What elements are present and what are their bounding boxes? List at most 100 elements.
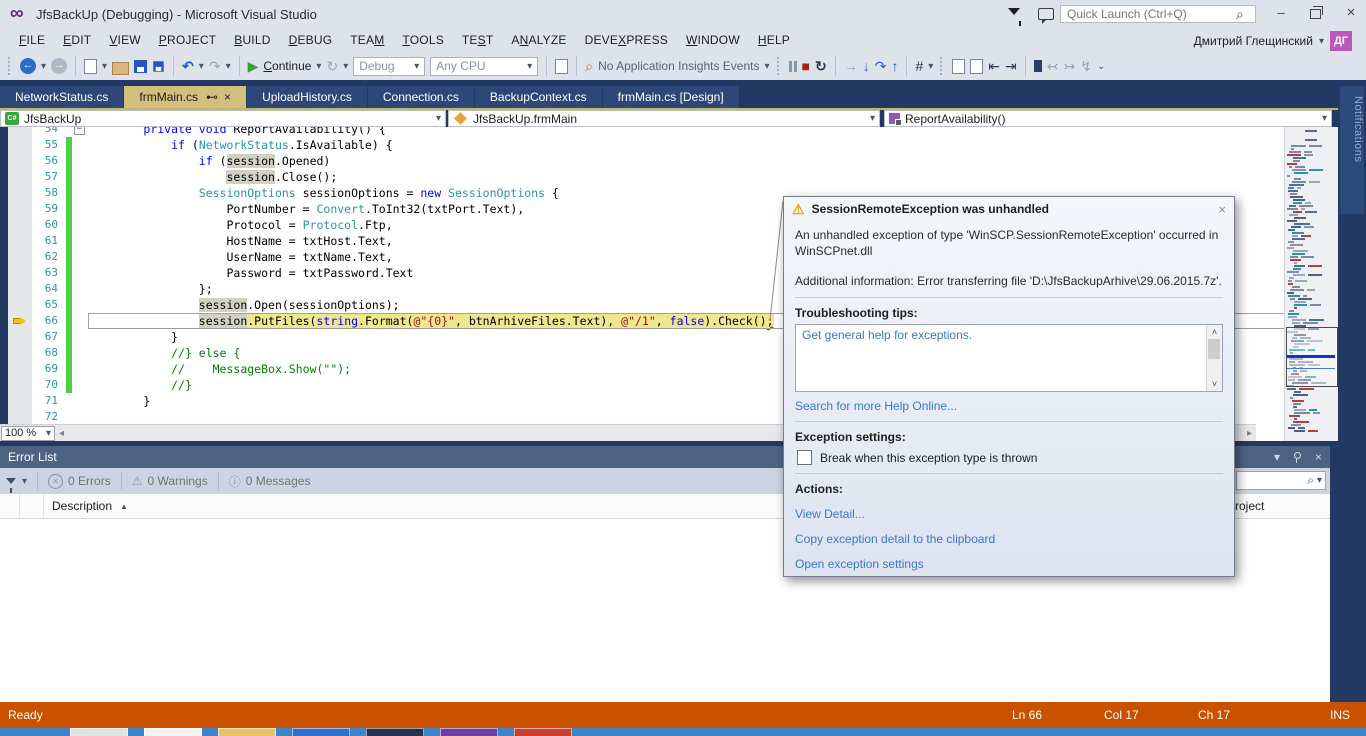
action-link[interactable]: Copy exception detail to the clipboard (795, 532, 1223, 546)
redo-icon[interactable]: ↷ (209, 58, 221, 74)
glyph-margin[interactable] (8, 127, 32, 137)
avatar[interactable]: ДГ (1330, 31, 1352, 51)
errors-filter-button[interactable]: ×0 Errors (48, 474, 111, 489)
show-next-statement-icon[interactable]: → (844, 58, 858, 74)
breakpoint-margin[interactable] (0, 153, 8, 169)
taskbar-app-icon[interactable] (144, 728, 202, 736)
glyph-margin[interactable] (8, 313, 32, 329)
menu-item[interactable]: WINDOW (677, 33, 749, 47)
editor-tab[interactable]: Connection.cs ⊷× (368, 86, 474, 108)
filter-icon[interactable] (6, 478, 16, 484)
menu-item[interactable]: VIEW (100, 33, 149, 47)
glyph-margin[interactable] (8, 409, 32, 425)
solution-configuration-select[interactable]: Debug▾ (353, 57, 425, 76)
taskbar-app-icon[interactable] (440, 728, 498, 736)
navigate-forward-icon[interactable]: → (51, 58, 67, 74)
search-icon[interactable]: ⌕ (1307, 473, 1314, 488)
save-all-icon[interactable] (153, 61, 163, 71)
category-column[interactable] (20, 494, 44, 518)
glyph-margin[interactable] (8, 249, 32, 265)
taskbar-app-icon[interactable] (292, 728, 350, 736)
menu-item[interactable]: EDIT (54, 33, 100, 47)
scrollbar-thumb[interactable] (1208, 339, 1220, 359)
menu-item[interactable]: PROJECT (150, 33, 225, 47)
messages-filter-button[interactable]: ⓘ0 Messages (229, 473, 311, 490)
zoom-level-select[interactable]: 100 % ▾ (1, 426, 55, 441)
scroll-down-icon[interactable]: ˅ (1212, 379, 1217, 389)
menu-item[interactable]: FILE (10, 33, 54, 47)
breakpoint-margin[interactable] (0, 409, 8, 425)
taskbar-app-icon[interactable] (514, 728, 572, 736)
toolbar-grip[interactable] (8, 57, 13, 75)
breakpoint-margin[interactable] (0, 249, 8, 265)
close-tab-icon[interactable]: × (224, 86, 231, 108)
new-file-icon[interactable] (84, 59, 97, 74)
attach-to-process-icon[interactable] (555, 59, 568, 74)
user-account-area[interactable]: Дмитрий Глещинский ▾ ДГ (1194, 31, 1352, 51)
step-into-icon[interactable]: ↓ (863, 58, 870, 74)
continue-play-icon[interactable]: ▶ (248, 58, 259, 74)
chevron-down-icon[interactable]: ▾ (226, 61, 231, 72)
breakpoint-margin[interactable] (0, 265, 8, 281)
glyph-margin[interactable] (8, 233, 32, 249)
break-when-thrown-checkbox[interactable] (797, 450, 812, 465)
breakpoint-margin[interactable] (0, 281, 8, 297)
step-over-icon[interactable]: ↷ (875, 58, 887, 74)
search-help-online-link[interactable]: Search for more Help Online... (795, 399, 1223, 413)
code-line[interactable]: 57 − session.Close(); (0, 169, 1338, 185)
breakpoint-margin[interactable] (0, 329, 8, 345)
breakpoint-margin[interactable] (0, 233, 8, 249)
title-bar[interactable]: ∞ JfsBackUp (Debugging) - Microsoft Visu… (0, 0, 1366, 28)
glyph-margin[interactable] (8, 185, 32, 201)
overflow-chevron-icon[interactable]: ⌄ (1097, 61, 1105, 72)
glyph-margin[interactable] (8, 361, 32, 377)
menu-item[interactable]: HELP (749, 33, 799, 47)
glyph-margin[interactable] (8, 137, 32, 153)
editor-tab[interactable]: frmMain.cs ⊷× (124, 86, 246, 108)
menu-item[interactable]: TOOLS (393, 33, 452, 47)
breakpoint-margin[interactable] (0, 361, 8, 377)
code-line[interactable]: 54 − private void ReportAvailability() { (0, 127, 1338, 137)
taskbar-app-icon[interactable] (218, 728, 276, 736)
troubleshooting-tips-list[interactable]: ˄ ˅ Get general help for exceptions. (795, 324, 1223, 392)
chevron-down-icon[interactable]: ▾ (436, 113, 441, 124)
description-column-header[interactable]: Description ▲ (44, 499, 128, 513)
pin-icon[interactable] (1294, 452, 1301, 459)
breakpoint-margin[interactable] (0, 217, 8, 233)
code-line[interactable]: 55 − if (NetworkStatus.IsAvailable) { (0, 137, 1338, 153)
save-icon[interactable] (134, 60, 147, 73)
feedback-bubble-icon[interactable] (1038, 8, 1054, 20)
open-file-icon[interactable] (112, 62, 129, 75)
increase-indent-icon[interactable]: ⇥ (1005, 58, 1017, 74)
navigate-backward-icon[interactable]: ← (20, 58, 36, 74)
close-button[interactable]: × (1336, 4, 1366, 24)
glyph-margin[interactable] (8, 329, 32, 345)
breakpoint-margin[interactable] (0, 345, 8, 361)
chevron-down-icon[interactable]: ▾ (1314, 475, 1325, 486)
window-position-chevron-icon[interactable]: ▾ (1274, 450, 1280, 464)
scroll-right-icon[interactable]: ▸ (1243, 428, 1256, 439)
chevron-down-icon[interactable]: ▾ (928, 61, 933, 72)
error-list-search-box[interactable]: ⌕ ▾ (1236, 471, 1326, 490)
chevron-down-icon[interactable]: ▾ (199, 61, 204, 72)
glyph-margin[interactable] (8, 169, 32, 185)
project-dropdown[interactable]: C# JfsBackUp ▾ (0, 110, 446, 127)
menu-item[interactable]: BUILD (225, 33, 279, 47)
breakpoint-margin[interactable] (0, 185, 8, 201)
feedback-filter-icon[interactable] (1008, 8, 1020, 15)
chevron-down-icon[interactable]: ▾ (1319, 36, 1324, 47)
menu-item[interactable]: TEAM (341, 33, 393, 47)
pin-icon[interactable]: ⊷ (206, 86, 218, 108)
solution-platform-select[interactable]: Any CPU▾ (430, 57, 538, 76)
chevron-down-icon[interactable]: ▾ (870, 113, 875, 124)
chevron-down-icon[interactable]: ▾ (1322, 113, 1327, 124)
chevron-down-icon[interactable]: ▾ (41, 61, 46, 72)
notifications-side-tab[interactable]: Notifications (1340, 86, 1364, 214)
editor-tab[interactable]: BackupContext.cs ⊷× (475, 86, 602, 108)
application-insights-icon[interactable]: ⌕ (585, 58, 593, 74)
restart-debugging-icon[interactable]: ↻ (815, 58, 827, 74)
tip-link[interactable]: Get general help for exceptions. (796, 325, 1222, 345)
chevron-down-icon[interactable]: ▾ (22, 476, 27, 487)
warnings-filter-button[interactable]: ⚠0 Warnings (132, 474, 208, 488)
member-dropdown[interactable]: ReportAvailability() ▾ (884, 110, 1332, 127)
